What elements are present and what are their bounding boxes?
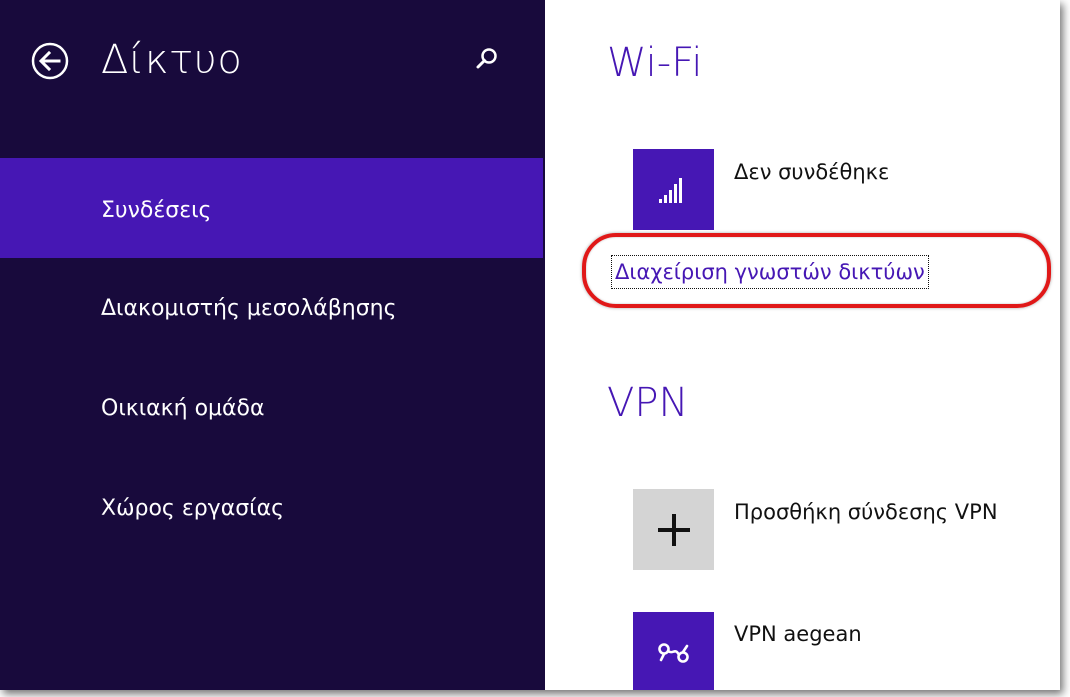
network-settings-window: Δίκτυο Συνδέσεις Διακομιστής μεσολάβησης…	[0, 0, 1060, 690]
vpn-connection-label: VPN aegean	[734, 622, 862, 646]
vpn-section-title: VPN	[607, 380, 689, 426]
back-button[interactable]	[30, 41, 70, 81]
wifi-signal-icon	[658, 177, 682, 203]
sidebar: Δίκτυο Συνδέσεις Διακομιστής μεσολάβησης…	[0, 0, 545, 690]
main-content: Wi-Fi Δεν συνδέθηκε Διαχείριση γνωστών δ…	[545, 0, 1060, 690]
plus-icon	[657, 513, 690, 546]
sidebar-item-workplace[interactable]: Χώρος εργασίας	[0, 458, 543, 558]
vpn-connection-tile[interactable]	[633, 612, 714, 690]
add-vpn-label[interactable]: Προσθήκη σύνδεσης VPN	[734, 500, 998, 524]
manage-known-networks-link[interactable]: Διαχείριση γνωστών δικτύων	[611, 255, 929, 289]
vpn-icon	[657, 642, 689, 663]
sidebar-item-label: Συνδέσεις	[101, 198, 212, 223]
wifi-status-tile[interactable]	[633, 149, 714, 230]
sidebar-item-label: Οικιακή ομάδα	[101, 396, 265, 421]
sidebar-item-label: Διακομιστής μεσολάβησης	[101, 296, 397, 321]
search-icon	[476, 48, 497, 69]
sidebar-item-connections[interactable]: Συνδέσεις	[0, 158, 543, 258]
sidebar-item-proxy[interactable]: Διακομιστής μεσολάβησης	[0, 258, 543, 358]
page-title: Δίκτυο	[101, 37, 243, 83]
wifi-section-title: Wi-Fi	[607, 40, 703, 86]
sidebar-item-homegroup[interactable]: Οικιακή ομάδα	[0, 358, 543, 458]
sidebar-nav: Συνδέσεις Διακομιστής μεσολάβησης Οικιακ…	[0, 158, 543, 558]
back-arrow-icon	[31, 42, 69, 80]
add-vpn-tile[interactable]	[633, 489, 714, 570]
sidebar-item-label: Χώρος εργασίας	[101, 496, 285, 521]
sidebar-header: Δίκτυο	[0, 0, 545, 140]
search-button[interactable]	[472, 44, 502, 74]
wifi-status-text: Δεν συνδέθηκε	[734, 160, 890, 184]
